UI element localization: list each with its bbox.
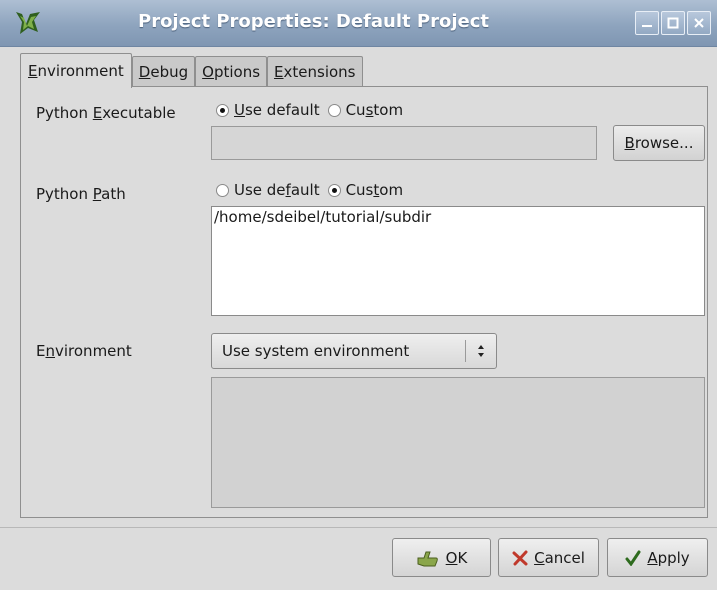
python-executable-radio-group: Use default Custom xyxy=(216,101,411,119)
browse-button[interactable]: Browse... xyxy=(613,125,705,161)
tab-options[interactable]: Options xyxy=(195,56,268,87)
tab-environment[interactable]: Environment xyxy=(20,53,132,88)
radio-selected-icon xyxy=(216,103,229,117)
python-path-textarea[interactable]: /home/sdeibel/tutorial/subdir xyxy=(211,206,705,316)
path-custom-radio[interactable]: Custom xyxy=(327,181,403,199)
ok-hand-icon xyxy=(417,551,438,566)
radio-unselected-icon xyxy=(327,103,341,117)
python-path-radio-group: Use default Custom xyxy=(216,181,411,199)
python-executable-field xyxy=(211,126,597,160)
environment-variables-box xyxy=(211,377,705,508)
environment-dropdown-value: Use system environment xyxy=(222,342,410,360)
dialog-window: Project Properties: Default Project Envi… xyxy=(0,0,717,590)
close-icon xyxy=(694,18,704,28)
separator xyxy=(0,527,717,528)
maximize-icon xyxy=(667,17,679,29)
apply-button[interactable]: Apply xyxy=(607,538,708,577)
radio-selected-icon xyxy=(327,183,341,197)
close-button[interactable] xyxy=(687,11,711,35)
environment-label: Environment xyxy=(36,342,132,360)
minimize-button[interactable] xyxy=(635,11,659,35)
tab-extensions[interactable]: Extensions xyxy=(267,56,363,87)
environment-dropdown[interactable]: Use system environment xyxy=(211,333,497,369)
radio-unselected-icon xyxy=(216,183,229,197)
window-title: Project Properties: Default Project xyxy=(138,11,489,32)
maximize-button[interactable] xyxy=(661,11,685,35)
executable-use-default-radio[interactable]: Use default xyxy=(216,101,320,119)
python-executable-label: Python Executable xyxy=(36,104,176,122)
minimize-icon xyxy=(642,25,652,27)
cancel-x-icon xyxy=(512,550,528,565)
executable-custom-radio[interactable]: Custom xyxy=(327,101,403,119)
tab-debug[interactable]: Debug xyxy=(131,56,196,87)
tab-bar: Environment Debug Options Extensions xyxy=(20,53,363,88)
title-bar[interactable]: Project Properties: Default Project xyxy=(0,0,717,47)
path-use-default-radio[interactable]: Use default xyxy=(216,181,320,199)
spinner-arrows-icon xyxy=(478,345,484,357)
checkmark-icon xyxy=(625,550,641,566)
ok-button[interactable]: OK xyxy=(392,538,491,577)
python-path-label: Python Path xyxy=(36,185,126,203)
cancel-button[interactable]: Cancel xyxy=(498,538,599,577)
